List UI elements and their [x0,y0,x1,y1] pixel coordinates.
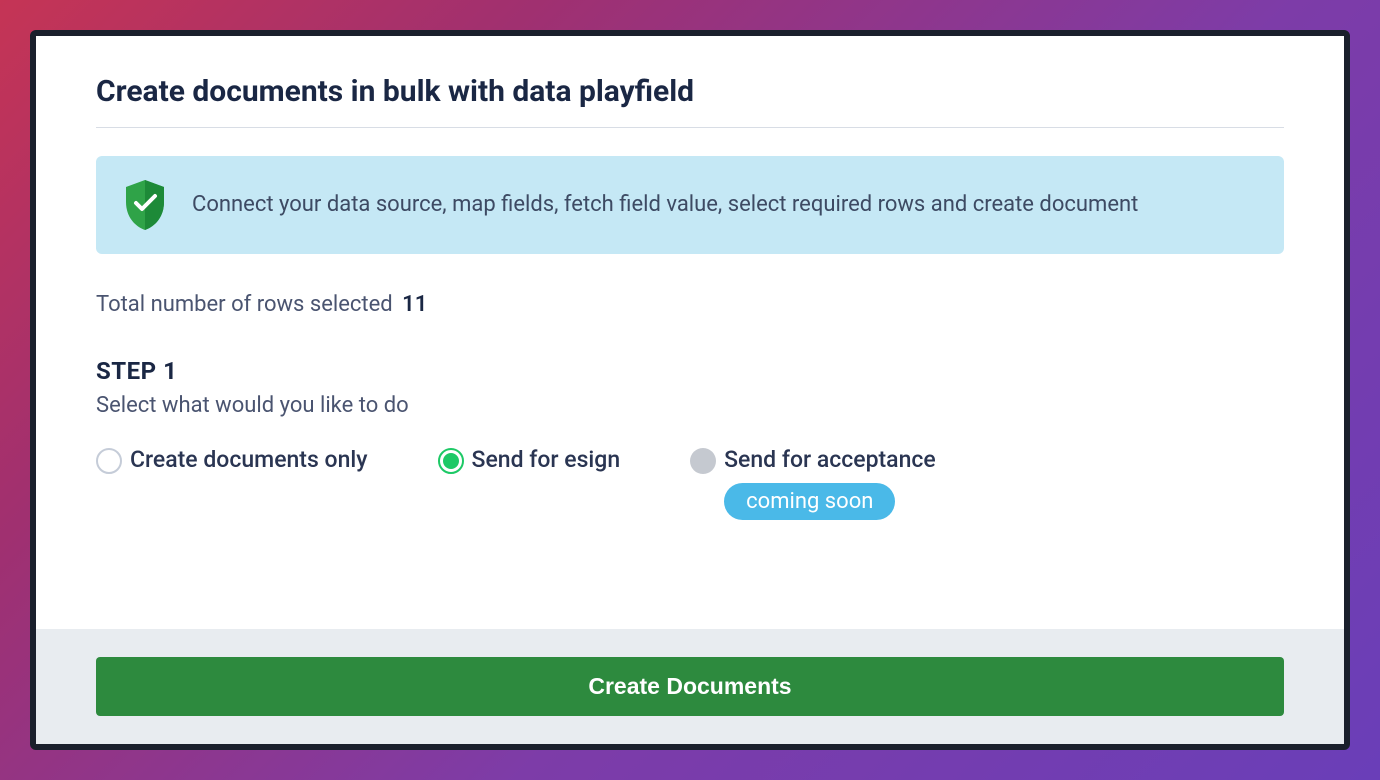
rows-selected-count: 11 [402,292,427,317]
info-banner-text: Connect your data source, map fields, fe… [192,189,1138,221]
step-heading: STEP 1 [96,357,1284,385]
radio-option-send-acceptance: Send for acceptance coming soon [690,446,936,520]
coming-soon-badge: coming soon [724,483,895,520]
radio-content: Send for esign [472,446,621,473]
modal-body: Create documents in bulk with data playf… [36,36,1344,629]
shield-check-icon [122,178,168,232]
radio-label: Send for acceptance [724,446,936,473]
rows-selected-label: Total number of rows selected [96,292,393,317]
step-subtitle: Select what would you like to do [96,393,1284,418]
radio-label: Create documents only [130,446,368,473]
radio-circle [690,448,716,474]
radio-content: Create documents only [130,446,368,473]
radio-label: Send for esign [472,446,621,473]
bulk-create-modal: Create documents in bulk with data playf… [30,30,1350,750]
info-banner: Connect your data source, map fields, fe… [96,156,1284,254]
radio-circle [96,448,122,474]
rows-selected-summary: Total number of rows selected 11 [96,292,1284,317]
radio-circle [438,448,464,474]
modal-title: Create documents in bulk with data playf… [96,74,1284,109]
radio-option-create-only[interactable]: Create documents only [96,446,368,474]
modal-footer: Create Documents [36,629,1344,744]
radio-content: Send for acceptance coming soon [724,446,936,520]
action-radio-group: Create documents only Send for esign Sen… [96,446,1284,520]
create-documents-button[interactable]: Create Documents [96,657,1284,716]
divider [96,127,1284,128]
radio-option-send-esign[interactable]: Send for esign [438,446,621,474]
